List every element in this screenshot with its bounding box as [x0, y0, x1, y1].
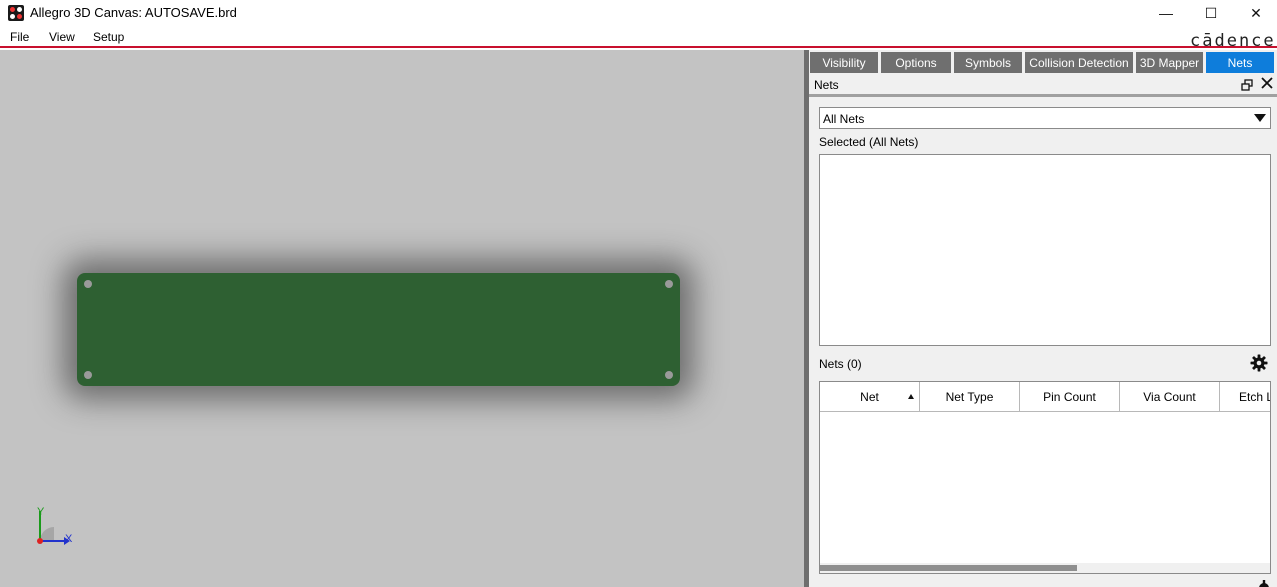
- selected-nets-list[interactable]: [819, 154, 1271, 346]
- mounting-hole: [665, 371, 673, 379]
- close-icon: ✕: [1250, 4, 1262, 21]
- net-filter-value: All Nets: [823, 112, 865, 126]
- mounting-hole: [84, 371, 92, 379]
- tab-symbols[interactable]: Symbols: [954, 52, 1022, 73]
- minimize-button[interactable]: —: [1143, 0, 1189, 26]
- float-window-icon[interactable]: [1241, 79, 1253, 91]
- title-bar: Allegro 3D Canvas: AUTOSAVE.brd — ☐ ✕: [0, 0, 1277, 26]
- window-title: Allegro 3D Canvas: AUTOSAVE.brd: [30, 5, 237, 20]
- tab-3d-mapper[interactable]: 3D Mapper: [1136, 52, 1203, 73]
- selected-label: Selected (All Nets): [819, 135, 919, 149]
- tab-options[interactable]: Options: [881, 52, 951, 73]
- cadence-logo: cādence: [1190, 31, 1276, 51]
- column-header-net[interactable]: Net: [820, 382, 920, 412]
- axis-y-label: Y: [37, 506, 45, 518]
- dock-title: Nets: [814, 78, 839, 92]
- maximize-icon: ☐: [1204, 4, 1218, 21]
- pcb-board[interactable]: [77, 273, 680, 386]
- maximize-button[interactable]: ☐: [1188, 0, 1234, 26]
- nets-count-label: Nets (0): [819, 357, 862, 371]
- 3d-canvas[interactable]: X Y: [0, 50, 804, 587]
- menu-bar: File View Setup: [0, 26, 1277, 48]
- tab-visibility[interactable]: Visibility: [810, 52, 878, 73]
- close-panel-icon[interactable]: [1261, 77, 1273, 89]
- dock-divider: [809, 94, 1277, 97]
- horizontal-scrollbar[interactable]: [820, 563, 1270, 573]
- chevron-down-icon: [1254, 114, 1266, 122]
- column-header-via-count[interactable]: Via Count: [1120, 382, 1220, 412]
- gear-icon[interactable]: [1257, 580, 1271, 587]
- column-header-net-type[interactable]: Net Type: [920, 382, 1020, 412]
- mounting-hole: [665, 280, 673, 288]
- close-window-button[interactable]: ✕: [1233, 0, 1277, 26]
- tab-nets[interactable]: Nets: [1206, 52, 1274, 73]
- menu-view[interactable]: View: [49, 30, 75, 44]
- mounting-hole: [84, 280, 92, 288]
- nets-table: Net Net Type Pin Count Via Count Etch L: [819, 381, 1271, 574]
- tab-collision-detection[interactable]: Collision Detection: [1025, 52, 1133, 73]
- panel-tabs: Visibility Options Symbols Collision Det…: [809, 50, 1277, 73]
- column-header-etch-length[interactable]: Etch L: [1220, 382, 1270, 412]
- axis-x-label: X: [65, 533, 73, 545]
- nets-table-header: Net Net Type Pin Count Via Count Etch L: [820, 382, 1270, 412]
- nets-panel: Visibility Options Symbols Collision Det…: [809, 50, 1277, 587]
- minimize-icon: —: [1159, 5, 1173, 21]
- gear-icon[interactable]: [1250, 354, 1268, 372]
- net-filter-dropdown[interactable]: All Nets: [819, 107, 1271, 129]
- menu-setup[interactable]: Setup: [93, 30, 124, 44]
- column-header-pin-count[interactable]: Pin Count: [1020, 382, 1120, 412]
- scrollbar-thumb[interactable]: [820, 565, 1077, 571]
- app-icon: [8, 5, 24, 21]
- menu-file[interactable]: File: [10, 30, 29, 44]
- sort-ascending-icon: [908, 394, 914, 399]
